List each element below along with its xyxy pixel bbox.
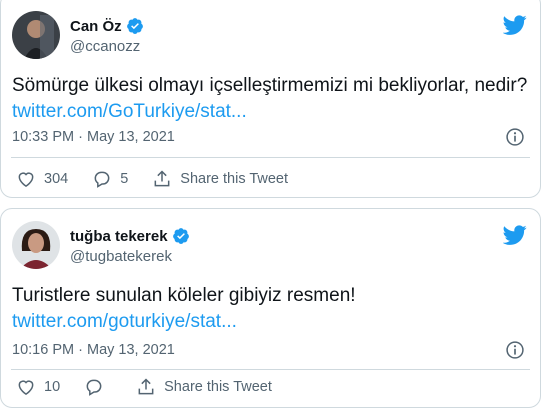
tweet-text: Turistlere sunulan köleler gibiyiz resme… [12, 285, 356, 332]
tweet-timestamp[interactable]: 10:33 PM · May 13, 2021 [12, 129, 175, 145]
reply-count: 5 [120, 171, 129, 187]
share-icon [154, 170, 170, 187]
avatar[interactable] [12, 11, 60, 59]
twitter-bird-icon[interactable] [503, 223, 527, 247]
tweet-timestamp[interactable]: 10:16 PM · May 13, 2021 [12, 342, 175, 358]
share-label: Share this Tweet [164, 379, 272, 395]
reply-button[interactable]: 5 [92, 169, 128, 189]
tweet-actions: 10 Share this Tweet [16, 377, 296, 397]
tweet-link[interactable]: twitter.com/goturkiye/stat... [12, 311, 237, 332]
share-icon [138, 378, 154, 395]
share-label: Share this Tweet [180, 171, 289, 187]
share-button[interactable]: Share this Tweet [136, 377, 272, 397]
like-button[interactable]: 10 [16, 377, 60, 397]
tweet-card[interactable]: tuğba tekerek @tugbatekerek Turistlere s… [0, 208, 541, 408]
avatar[interactable] [12, 221, 60, 269]
divider [11, 157, 530, 158]
tweet-actions: 304 5 Share this Tweet [16, 169, 312, 189]
tweet-text: Sömürge ülkesi olmayı içselleştirmemizi … [12, 75, 528, 122]
reply-icon [86, 379, 102, 396]
reply-button[interactable] [84, 377, 112, 397]
author-handle[interactable]: @tugbatekerek [70, 248, 172, 265]
author-handle[interactable]: @ccanozz [70, 38, 140, 55]
info-icon[interactable] [505, 127, 525, 147]
verified-badge-icon [126, 18, 143, 34]
author-name[interactable]: Can Öz [70, 17, 144, 35]
twitter-bird-icon[interactable] [503, 13, 527, 37]
like-button[interactable]: 304 [16, 169, 68, 189]
tweet-link[interactable]: twitter.com/GoTurkiye/stat... [12, 101, 247, 122]
verified-badge-icon [172, 228, 189, 244]
share-button[interactable]: Share this Tweet [152, 169, 288, 189]
tweet-card[interactable]: Can Öz @ccanozz Sömürge ülkesi olmayı iç… [0, 0, 541, 198]
like-count: 10 [44, 379, 61, 395]
reply-icon [94, 171, 110, 188]
info-icon[interactable] [505, 340, 525, 360]
heart-icon [18, 172, 34, 187]
heart-icon [18, 380, 34, 395]
like-count: 304 [44, 171, 69, 187]
author-name[interactable]: tuğba tekerek [70, 227, 190, 245]
divider [11, 369, 530, 370]
